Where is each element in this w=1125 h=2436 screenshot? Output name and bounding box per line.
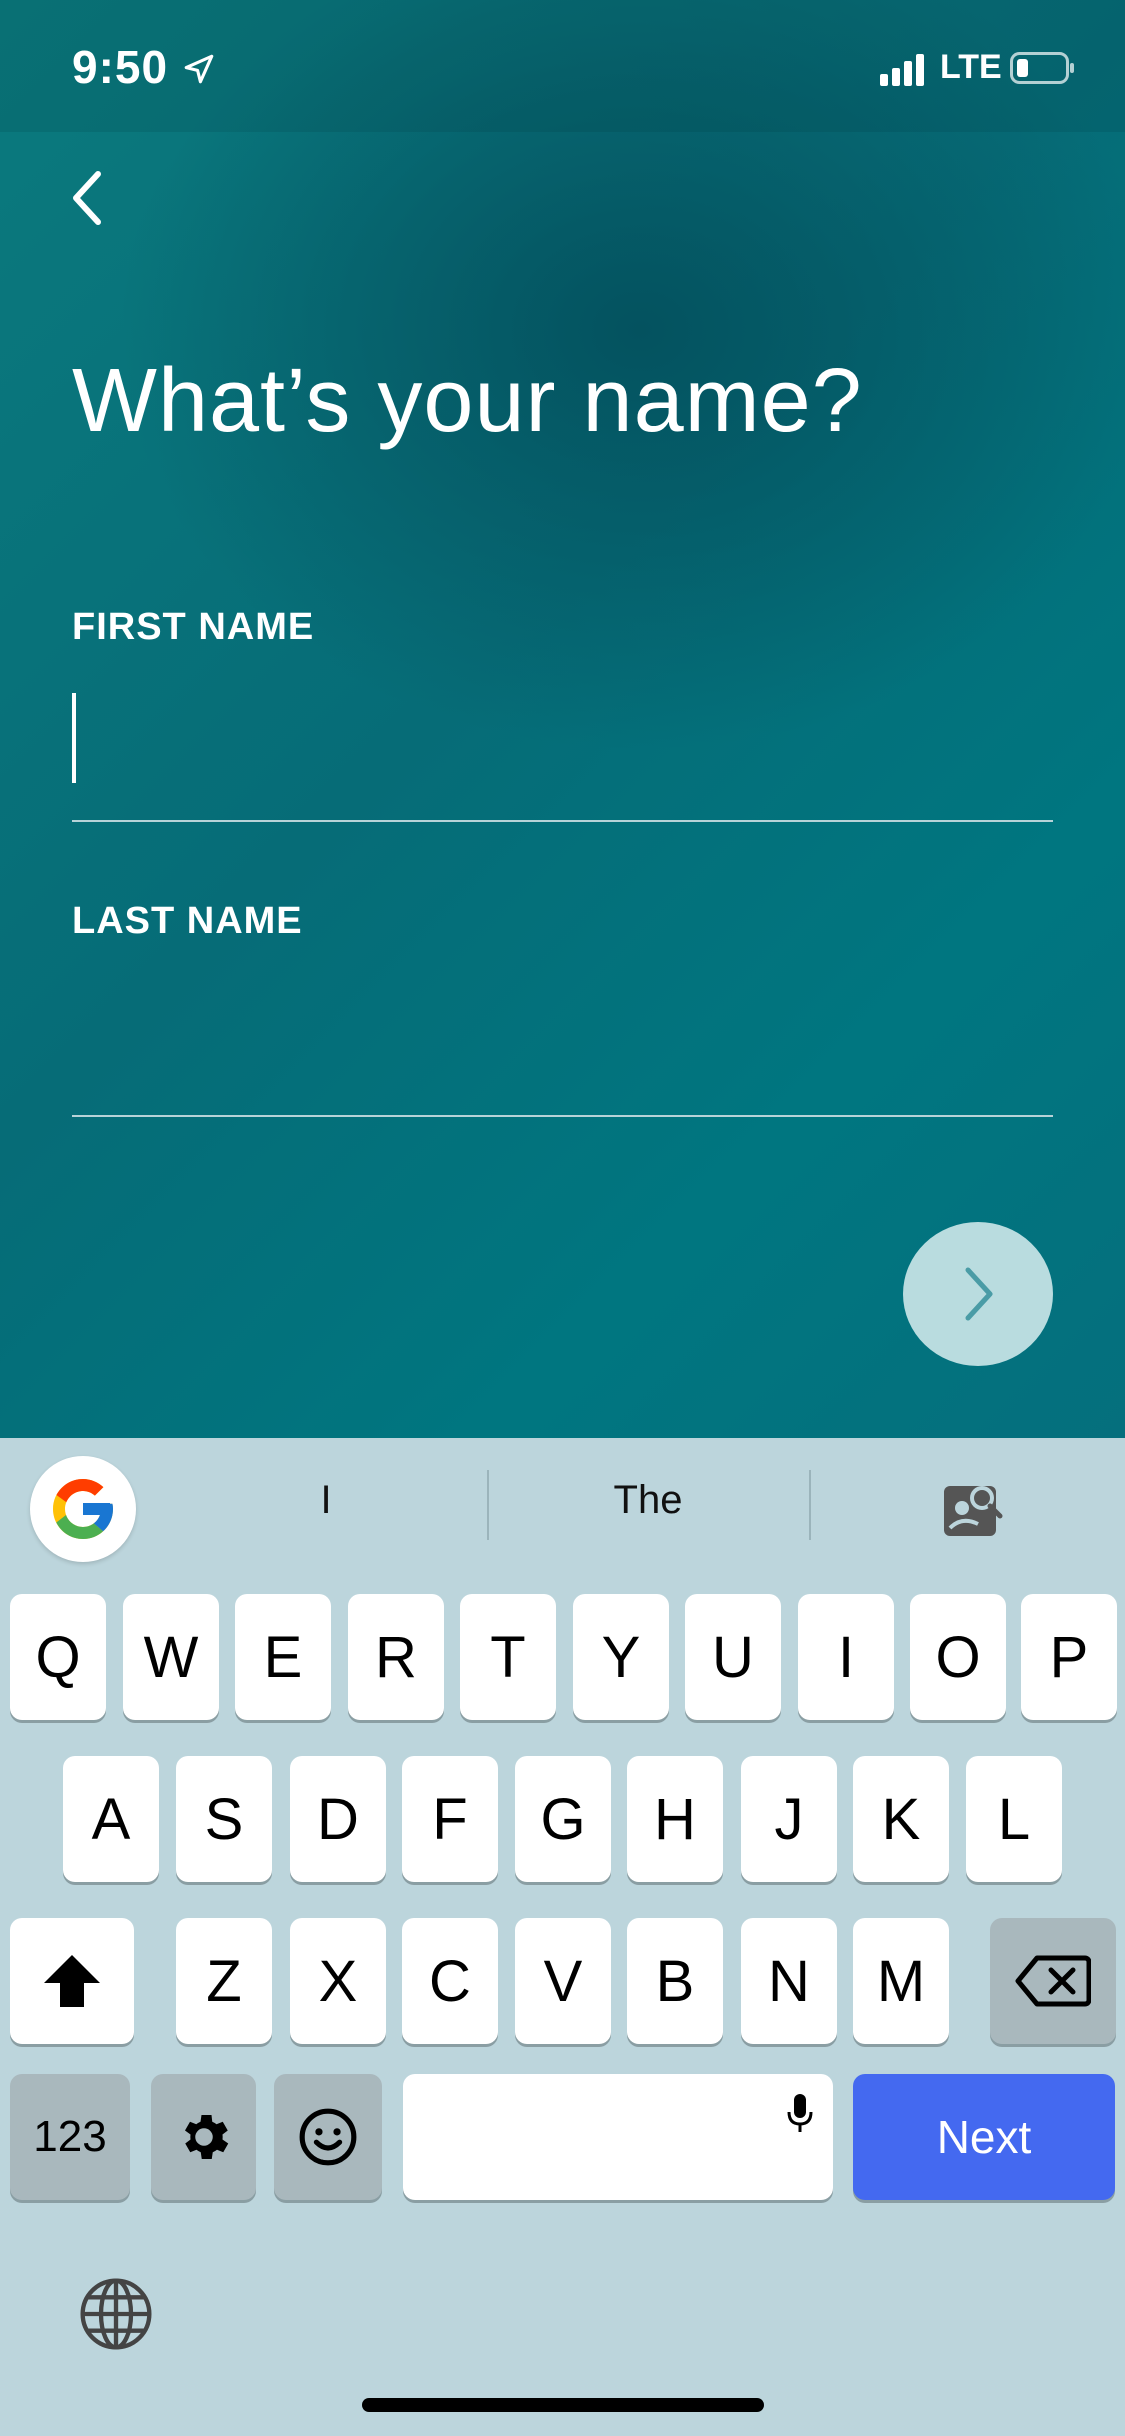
key-e[interactable]: E	[235, 1594, 331, 1720]
key-w[interactable]: W	[123, 1594, 219, 1720]
key-p[interactable]: P	[1021, 1594, 1117, 1720]
first-name-input[interactable]	[72, 698, 1053, 778]
key-g[interactable]: G	[515, 1756, 611, 1882]
next-key[interactable]: Next	[853, 2074, 1115, 2200]
smiley-icon	[299, 2108, 357, 2166]
space-key[interactable]	[403, 2074, 833, 2200]
status-time: 9:50	[72, 41, 169, 93]
shift-key[interactable]	[10, 1918, 134, 2044]
last-name-underline	[72, 1115, 1053, 1117]
backspace-key[interactable]	[990, 1918, 1116, 2044]
numbers-key[interactable]: 123	[10, 2074, 130, 2200]
key-j[interactable]: J	[741, 1756, 837, 1882]
battery-icon	[1010, 52, 1074, 84]
key-x[interactable]: X	[290, 1918, 386, 2044]
back-chevron-icon[interactable]	[60, 166, 120, 230]
gif-search-icon[interactable]	[940, 1480, 1004, 1540]
key-d[interactable]: D	[290, 1756, 386, 1882]
network-label: LTE	[940, 48, 1002, 86]
suggestion-1[interactable]: I	[264, 1478, 388, 1523]
last-name-label: LAST NAME	[72, 900, 303, 942]
suggestion-bar: I The	[0, 1438, 1125, 1578]
last-name-input[interactable]	[72, 992, 1053, 1072]
location-arrow-icon	[184, 54, 214, 84]
key-k[interactable]: K	[853, 1756, 949, 1882]
backspace-icon	[1015, 1955, 1091, 2007]
key-o[interactable]: O	[910, 1594, 1006, 1720]
globe-icon[interactable]	[76, 2274, 156, 2354]
key-i[interactable]: I	[798, 1594, 894, 1720]
settings-key[interactable]	[151, 2074, 256, 2200]
shift-arrow-icon	[44, 1955, 100, 2007]
suggestion-divider	[809, 1470, 811, 1540]
app-screen: 9:50 LTE What’s your name? FIRST NAME LA…	[0, 0, 1125, 1438]
key-a[interactable]: A	[63, 1756, 159, 1882]
key-s[interactable]: S	[176, 1756, 272, 1882]
key-r[interactable]: R	[348, 1594, 444, 1720]
page-title: What’s your name?	[72, 351, 863, 451]
key-c[interactable]: C	[402, 1918, 498, 2044]
key-m[interactable]: M	[853, 1918, 949, 2044]
key-h[interactable]: H	[627, 1756, 723, 1882]
key-y[interactable]: Y	[573, 1594, 669, 1720]
keyboard: I The Q W E R T Y U I O P A S D F G H J …	[0, 1438, 1125, 2436]
home-indicator[interactable]	[362, 2398, 764, 2412]
key-z[interactable]: Z	[176, 1918, 272, 2044]
microphone-icon	[787, 2094, 813, 2132]
suggestion-2[interactable]: The	[520, 1478, 776, 1523]
key-b[interactable]: B	[627, 1918, 723, 2044]
status-bar: 9:50 LTE	[0, 0, 1125, 132]
key-l[interactable]: L	[966, 1756, 1062, 1882]
key-u[interactable]: U	[685, 1594, 781, 1720]
continue-button[interactable]	[903, 1222, 1053, 1366]
first-name-label: FIRST NAME	[72, 606, 315, 648]
gear-icon	[184, 2115, 228, 2159]
google-button[interactable]	[30, 1456, 136, 1562]
key-q[interactable]: Q	[10, 1594, 106, 1720]
emoji-key[interactable]	[274, 2074, 382, 2200]
signal-icon	[880, 52, 930, 86]
key-t[interactable]: T	[460, 1594, 556, 1720]
first-name-underline	[72, 820, 1053, 822]
key-n[interactable]: N	[741, 1918, 837, 2044]
key-v[interactable]: V	[515, 1918, 611, 2044]
chevron-right-icon	[965, 1267, 993, 1321]
google-g-icon	[53, 1479, 113, 1539]
suggestion-divider	[487, 1470, 489, 1540]
key-f[interactable]: F	[402, 1756, 498, 1882]
